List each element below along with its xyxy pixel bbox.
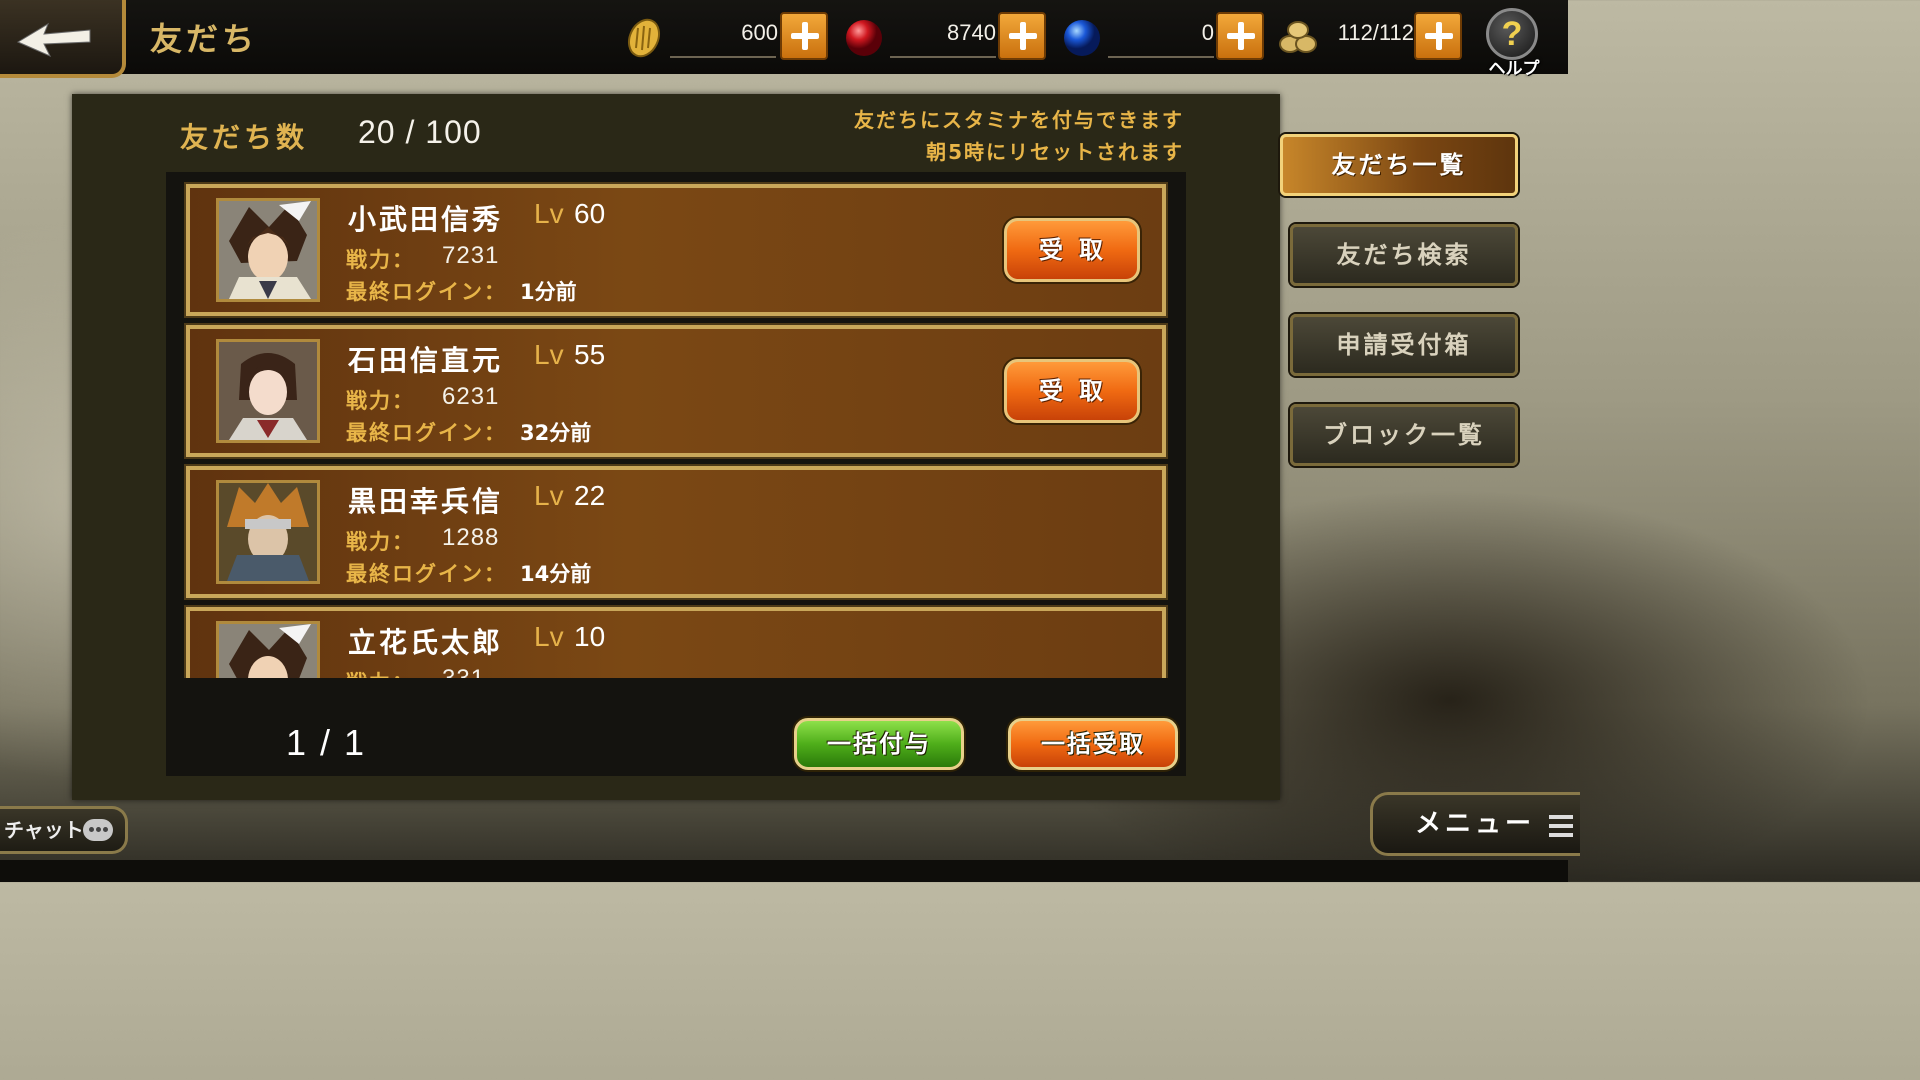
level-label: Lv (534, 480, 564, 511)
help-button[interactable]: ? ヘルプ (1482, 8, 1546, 79)
koban-amount: 600 (741, 20, 778, 45)
warrior-portrait-icon (219, 201, 317, 299)
stamina-notice: 友だちにスタミナを付与できます 朝5時にリセットされます (854, 104, 1184, 168)
menu-button[interactable]: メニュー (1370, 792, 1580, 856)
power-label: 戦力： (346, 248, 415, 272)
resource-red-orb: 8740 (842, 10, 1050, 62)
resource-blue-orb: 0 (1060, 10, 1268, 62)
last-login-label: 最終ログイン： (346, 421, 507, 445)
level-label: Lv (534, 339, 564, 370)
maiden-portrait-icon (219, 342, 317, 440)
friend-power: 7231 (442, 242, 500, 269)
blue-orb-amount: 0 (1201, 20, 1214, 45)
friend-name: 黒田幸兵信 (348, 485, 504, 518)
request-inbox-tab[interactable]: 申請受付箱 (1290, 314, 1518, 376)
add-stamina-button[interactable] (1414, 12, 1462, 60)
friend-level: 10 (574, 621, 606, 652)
friend-power: 6231 (442, 383, 500, 410)
friend-last-login: 14分前 (520, 562, 592, 586)
chat-button[interactable]: チャット (0, 806, 128, 854)
friend-level: 55 (574, 339, 606, 370)
friend-name: 立花氏太郎 (348, 626, 504, 659)
bulk-give-button[interactable]: 一括付与 (794, 718, 964, 770)
friend-row[interactable]: 小武田信秀 Lv 60 戦力： 7231 最終ログイン： 1分前 受取 (184, 182, 1168, 318)
back-arrow-icon (16, 22, 91, 58)
armored-warrior-portrait-icon (219, 483, 317, 581)
question-mark-icon: ? (1486, 8, 1538, 60)
friend-last-login: 32分前 (520, 421, 592, 445)
page-indicator: 1 / 1 (286, 722, 367, 763)
power-label: 戦力： (346, 389, 415, 413)
friend-list-tab[interactable]: 友だち一覧 (1280, 134, 1518, 196)
friend-level: 22 (574, 480, 606, 511)
friend-level: 60 (574, 198, 606, 229)
friend-last-login: 1分前 (520, 280, 577, 304)
resource-koban: 600 (622, 10, 830, 62)
bulk-receive-button[interactable]: 一括受取 (1008, 718, 1178, 770)
friend-row[interactable]: 石田信直元 Lv 55 戦力： 6231 最終ログイン： 32分前 受取 (184, 323, 1168, 459)
add-red-orb-button[interactable] (998, 12, 1046, 60)
friends-panel: 友だち数 20 / 100 友だちにスタミナを付与できます 朝5時にリセットされ… (72, 94, 1280, 800)
friend-count-value: 20 / 100 (358, 114, 482, 150)
receive-button[interactable]: 受取 (1004, 359, 1140, 423)
screen-title: 友だち (150, 20, 259, 58)
friend-power: 1288 (442, 524, 500, 551)
chat-bubble-icon (83, 819, 113, 841)
friend-avatar[interactable] (216, 480, 320, 584)
red-orb-amount: 8740 (947, 20, 996, 45)
level-label: Lv (534, 198, 564, 229)
level-label: Lv (534, 621, 564, 652)
hamburger-icon (1549, 815, 1573, 842)
last-login-label: 最終ログイン： (346, 562, 507, 586)
notice-line-2: 朝5時にリセットされます (926, 140, 1184, 164)
power-label: 戦力： (346, 667, 415, 678)
gold-coin-icon (627, 18, 661, 58)
resource-stamina: 112/112 (1276, 10, 1466, 62)
friend-count-label: 友だち数 (180, 121, 309, 154)
friend-row[interactable]: 立花氏太郎 Lv 10 戦力： 331 (184, 605, 1168, 678)
warrior-portrait-icon (219, 624, 317, 678)
last-login-label: 最終ログイン： (346, 280, 507, 304)
blue-orb-icon (1064, 20, 1100, 56)
friend-row[interactable]: 黒田幸兵信 Lv 22 戦力： 1288 最終ログイン： 14分前 (184, 464, 1168, 600)
friend-list[interactable]: 小武田信秀 Lv 60 戦力： 7231 最終ログイン： 1分前 受取 石田信直… (166, 172, 1186, 776)
red-orb-icon (846, 20, 882, 56)
help-label: ヘルプ (1488, 59, 1540, 79)
back-button[interactable] (0, 0, 126, 78)
menu-label: メニュー (1415, 809, 1536, 839)
top-bar: 友だち 600 8740 0 112/112 ? ヘルプ (0, 0, 1568, 79)
friend-name: 小武田信秀 (348, 203, 504, 236)
receive-button[interactable]: 受取 (1004, 218, 1140, 282)
block-list-tab[interactable]: ブロック一覧 (1290, 404, 1518, 466)
add-blue-orb-button[interactable] (1216, 12, 1264, 60)
friend-avatar[interactable] (216, 621, 320, 678)
stamina-amount: 112/112 (1337, 20, 1414, 45)
friend-avatar[interactable] (216, 339, 320, 443)
friend-power: 331 (442, 665, 485, 678)
rice-bales-icon (1279, 21, 1317, 53)
chat-label: チャット (4, 818, 84, 842)
notice-line-1: 友だちにスタミナを付与できます (854, 108, 1184, 132)
add-koban-button[interactable] (780, 12, 828, 60)
friend-avatar[interactable] (216, 198, 320, 302)
power-label: 戦力： (346, 530, 415, 554)
friend-search-tab[interactable]: 友だち検索 (1290, 224, 1518, 286)
friend-name: 石田信直元 (348, 344, 504, 377)
